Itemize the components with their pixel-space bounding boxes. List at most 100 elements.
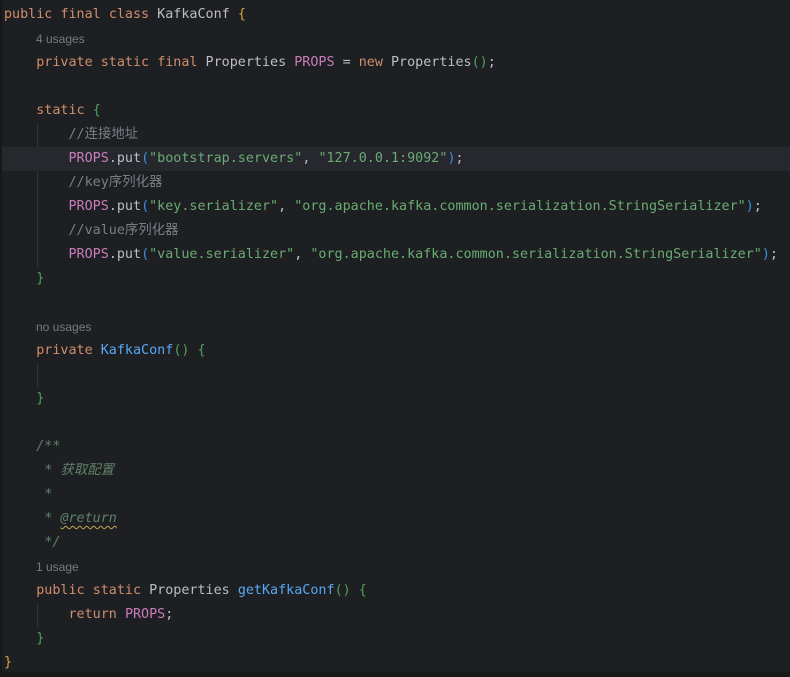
code-line[interactable]: * @return (4, 507, 790, 531)
code-line[interactable]: PROPS.put("key.serializer", "org.apache.… (4, 195, 790, 219)
token-fld: PROPS (69, 199, 109, 214)
token-pl (4, 463, 44, 478)
token-str: "key.serializer" (149, 199, 278, 214)
usages-inlay-hint[interactable]: no usages (36, 320, 91, 334)
token-str: "bootstrap.servers" (149, 151, 302, 166)
token-b1: } (4, 655, 12, 670)
code-line[interactable] (4, 75, 790, 99)
token-b2: { (93, 103, 101, 118)
usages-inlay-hint[interactable]: 1 usage (36, 560, 79, 574)
token-str: "org.apache.kafka.common.serialization.S… (310, 247, 761, 262)
token-pl (4, 223, 69, 238)
code-line[interactable]: //连接地址 (4, 123, 790, 147)
token-kw: private (36, 343, 92, 358)
code-line[interactable]: return PROPS; (4, 603, 790, 627)
token-pl (4, 151, 69, 166)
token-kw: private (36, 55, 92, 70)
code-line[interactable]: PROPS.put("value.serializer", "org.apach… (4, 243, 790, 267)
token-fld: PROPS (69, 247, 109, 262)
token-pl (85, 583, 93, 598)
token-cmt: //连接地址 (69, 127, 139, 142)
token-pl (4, 199, 69, 214)
code-line[interactable]: * (4, 483, 790, 507)
token-str: "value.serializer" (149, 247, 294, 262)
token-pl (4, 439, 36, 454)
token-doctag: @return (60, 511, 116, 526)
token-pl: KafkaConf (149, 7, 238, 22)
token-fld: PROPS (125, 607, 165, 622)
token-pl (4, 391, 36, 406)
code-line[interactable]: * 获取配置 (4, 459, 790, 483)
token-pl (189, 343, 197, 358)
token-pl (4, 511, 44, 526)
ide-code-editor[interactable]: public final class KafkaConf { 4 usages p… (0, 0, 790, 677)
token-pl (4, 343, 36, 358)
token-pl (4, 487, 44, 502)
token-b2: } (36, 271, 44, 286)
token-pl (93, 343, 101, 358)
token-kw: public (36, 583, 84, 598)
token-pl: Properties (198, 55, 295, 70)
code-line[interactable]: public final class KafkaConf { (4, 3, 790, 27)
token-kw: static (101, 55, 149, 70)
token-kw: public (4, 7, 52, 22)
token-doc: * 获取配置 (44, 463, 114, 478)
code-line[interactable]: /** (4, 435, 790, 459)
token-pl (85, 103, 93, 118)
token-b3: ) (746, 199, 754, 214)
token-pl (4, 583, 36, 598)
token-fld: PROPS (69, 151, 109, 166)
token-pl (351, 583, 359, 598)
token-pl (4, 631, 36, 646)
token-pl (4, 103, 36, 118)
token-b2: { (198, 343, 206, 358)
token-b3: ) (762, 247, 770, 262)
token-pl (149, 55, 157, 70)
code-line[interactable] (4, 291, 790, 315)
token-b3: ( (141, 247, 149, 262)
code-line[interactable]: //value序列化器 (4, 219, 790, 243)
token-decl: getKafkaConf (238, 583, 335, 598)
token-pl: ; (165, 607, 173, 622)
token-kw: final (157, 55, 197, 70)
code-line[interactable]: } (4, 267, 790, 291)
code-line[interactable] (4, 411, 790, 435)
token-pl (4, 271, 36, 286)
token-fld: PROPS (294, 55, 334, 70)
token-pl: .put (109, 151, 141, 166)
token-decl: KafkaConf (101, 343, 174, 358)
token-pl (101, 7, 109, 22)
code-line[interactable]: } (4, 627, 790, 651)
code-line[interactable] (4, 363, 790, 387)
code-line[interactable]: no usages (4, 315, 790, 339)
code-line[interactable]: } (4, 387, 790, 411)
code-area[interactable]: public final class KafkaConf { 4 usages p… (0, 0, 790, 675)
code-line[interactable]: private KafkaConf() { (4, 339, 790, 363)
usages-inlay-hint[interactable]: 4 usages (36, 32, 85, 46)
token-kw: return (69, 607, 117, 622)
token-pl: .put (109, 199, 141, 214)
token-str: "127.0.0.1:9092" (318, 151, 447, 166)
code-line[interactable]: public static Properties getKafkaConf() … (4, 579, 790, 603)
code-line-current[interactable]: PROPS.put("bootstrap.servers", "127.0.0.… (0, 147, 790, 171)
code-line[interactable]: 4 usages (4, 27, 790, 51)
token-pl: , (294, 247, 310, 262)
token-pl (4, 607, 69, 622)
token-b3: ( (141, 199, 149, 214)
token-pl: , (302, 151, 318, 166)
token-cmt: //key序列化器 (69, 175, 163, 190)
token-pl: = (335, 55, 359, 70)
token-doc: */ (44, 535, 60, 550)
token-str: "org.apache.kafka.common.serialization.S… (294, 199, 745, 214)
code-line[interactable]: 1 usage (4, 555, 790, 579)
token-b2: () (335, 583, 351, 598)
token-b2: () (173, 343, 189, 358)
code-line[interactable]: //key序列化器 (4, 171, 790, 195)
token-pl: Properties (141, 583, 238, 598)
code-line[interactable]: private static final Properties PROPS = … (4, 51, 790, 75)
token-b2: () (472, 55, 488, 70)
code-line[interactable]: static { (4, 99, 790, 123)
token-pl: ; (488, 55, 496, 70)
token-b3: ) (447, 151, 455, 166)
code-line[interactable]: */ (4, 531, 790, 555)
